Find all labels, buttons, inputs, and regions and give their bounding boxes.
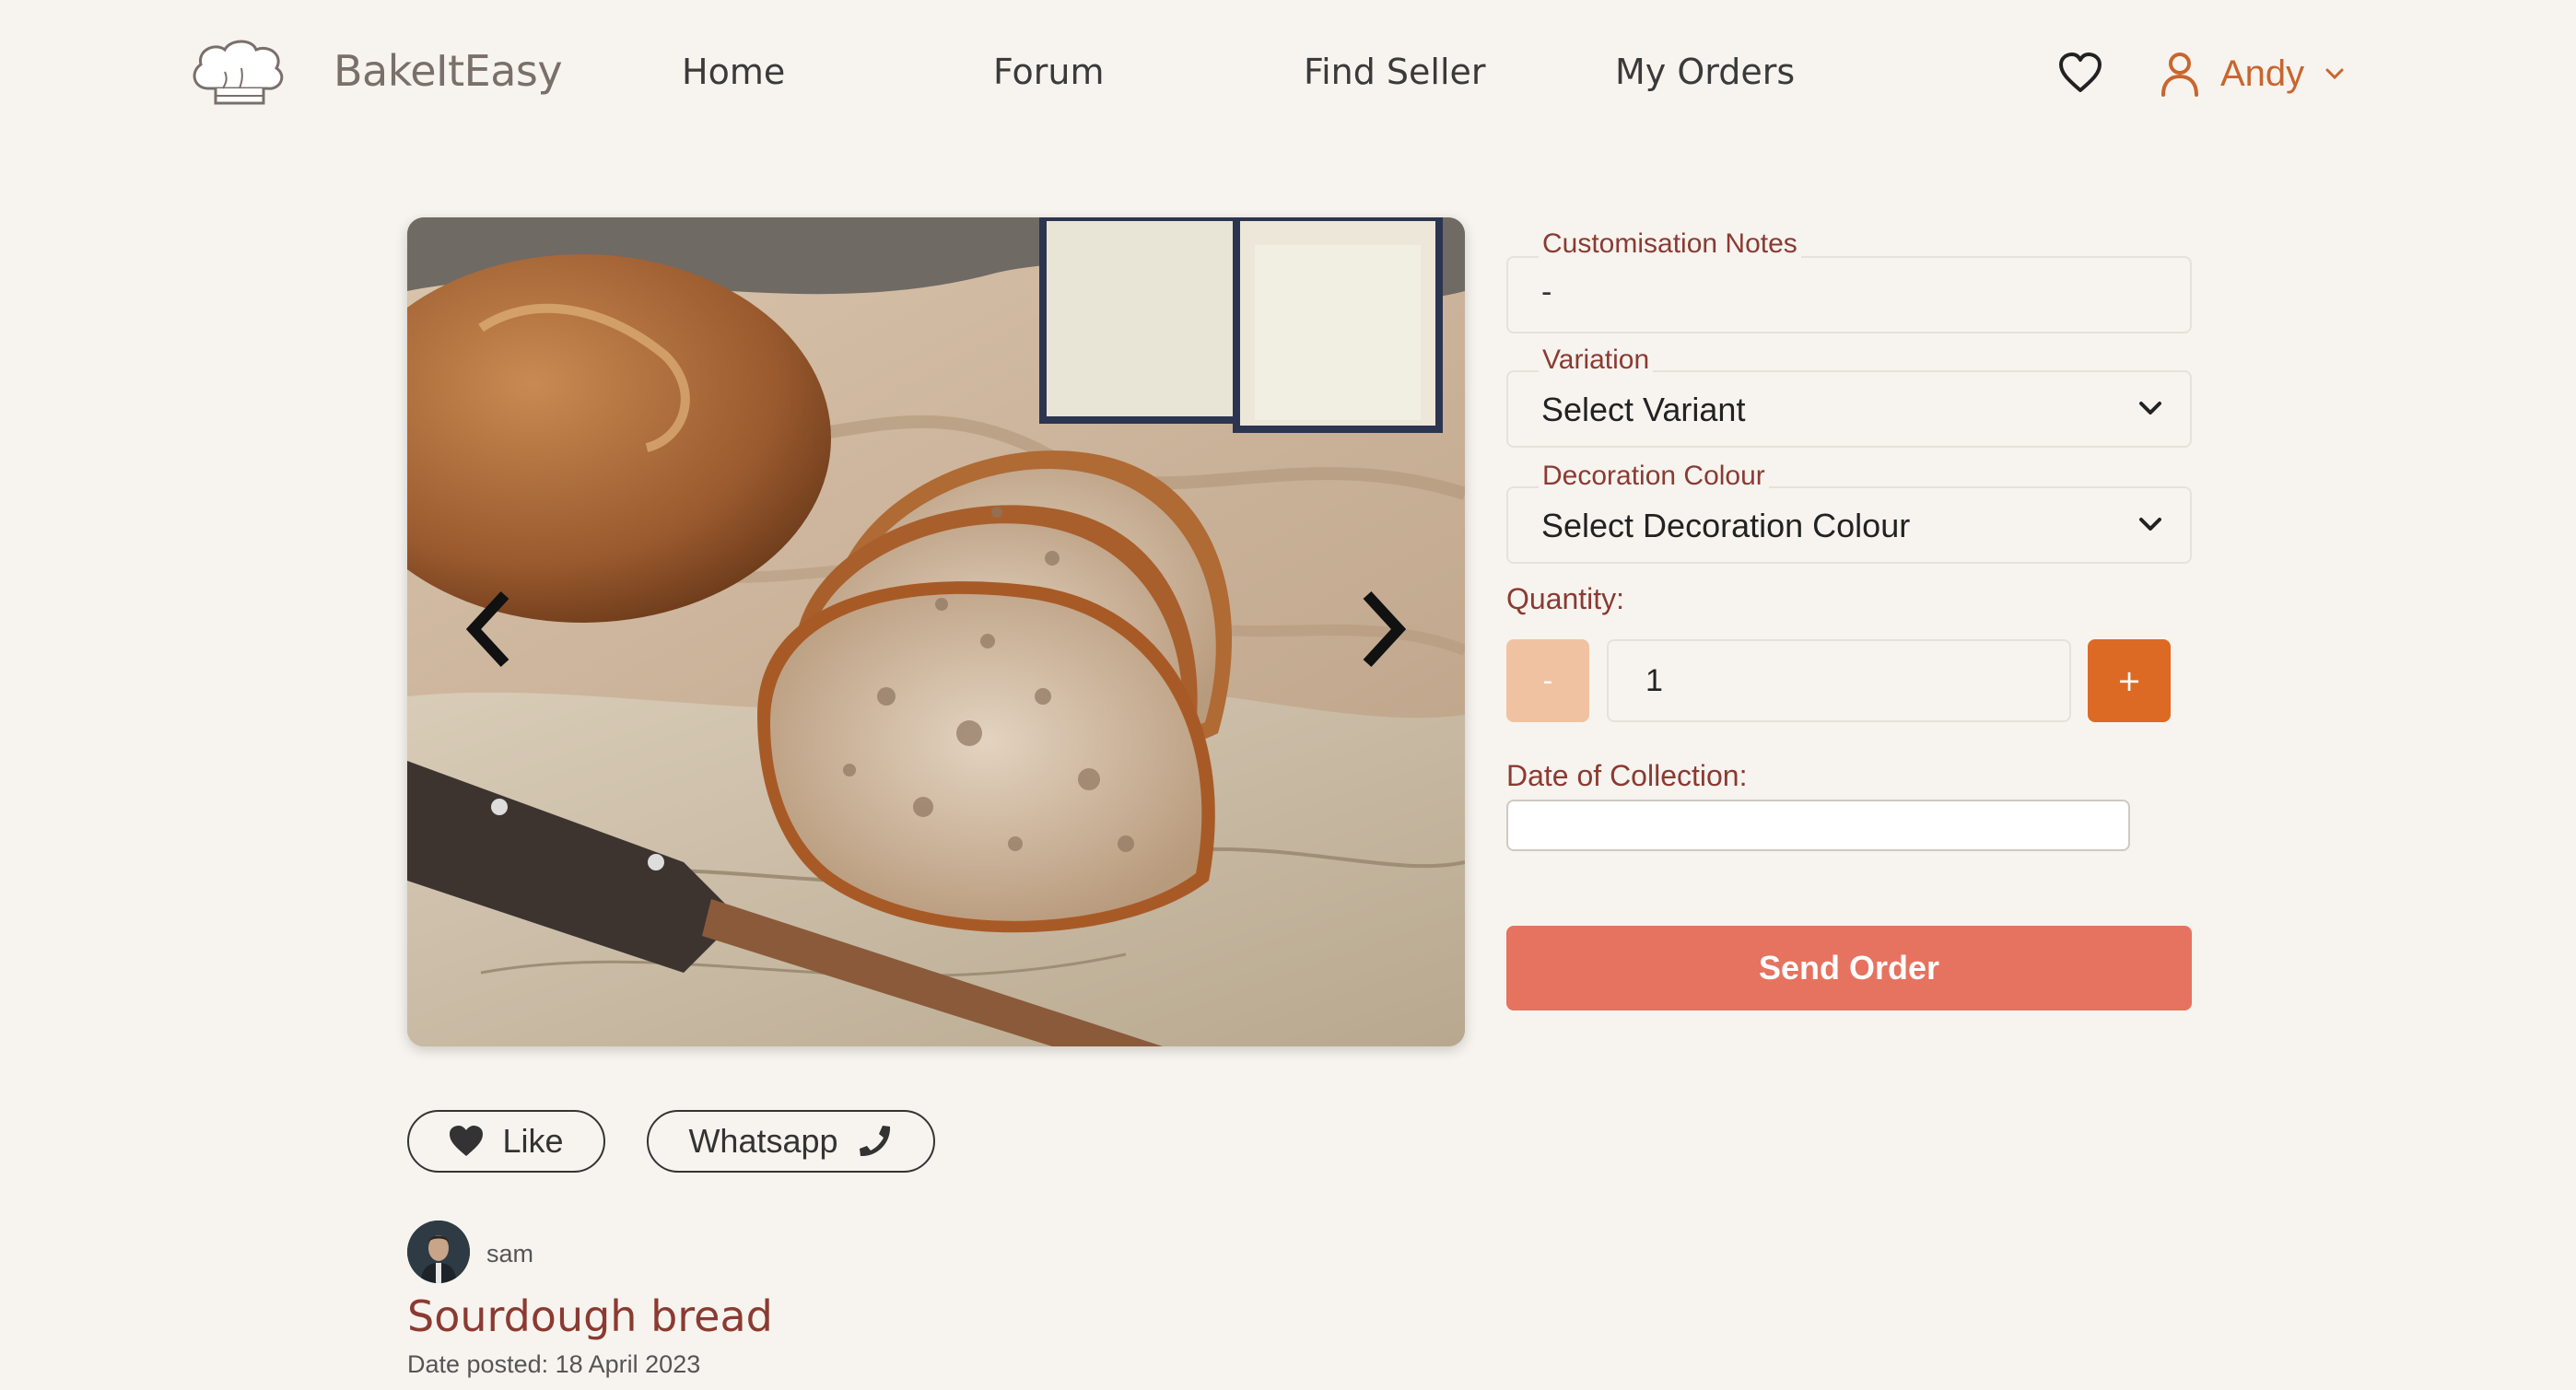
product-image-carousel (407, 217, 1465, 1046)
decoration-colour-label: Decoration Colour (1539, 461, 1769, 492)
favorites-heart-icon[interactable] (2058, 52, 2102, 94)
carousel-next-arrow-icon[interactable] (1354, 588, 1410, 671)
post-title: Sourdough bread (407, 1291, 773, 1341)
like-label: Like (502, 1122, 564, 1160)
whatsapp-label: Whatsapp (688, 1122, 838, 1160)
chevron-down-icon[interactable] (2138, 401, 2162, 417)
poster-name[interactable]: sam (486, 1240, 533, 1268)
avatar-image (407, 1221, 470, 1283)
user-name: Andy (2220, 53, 2305, 94)
customisation-notes-label: Customisation Notes (1539, 228, 1801, 260)
sourdough-bread-photo (407, 217, 1465, 1046)
phone-icon (859, 1126, 890, 1157)
variation-label: Variation (1539, 345, 1654, 376)
date-of-collection-label: Date of Collection: (1506, 759, 1748, 792)
chevron-down-icon (2325, 68, 2344, 80)
customisation-notes-field[interactable] (1506, 256, 2192, 333)
send-order-button[interactable]: Send Order (1506, 926, 2192, 1010)
carousel-prev-arrow-icon[interactable] (463, 588, 518, 671)
quantity-label: Quantity: (1506, 582, 1625, 615)
user-menu[interactable]: Andy (2160, 48, 2345, 99)
nav-home-link[interactable]: Home (682, 52, 785, 92)
quantity-input[interactable]: 1 (1607, 639, 2071, 722)
like-button[interactable]: Like (407, 1110, 605, 1173)
quantity-increment-button[interactable]: + (2088, 639, 2171, 722)
variation-selected-value[interactable]: Select Variant (1541, 391, 1745, 429)
date-of-collection-input[interactable] (1506, 800, 2130, 851)
nav-find-seller-link[interactable]: Find Seller (1304, 52, 1486, 92)
post-date: Date posted: 18 April 2023 (407, 1350, 701, 1378)
whatsapp-button[interactable]: Whatsapp (647, 1110, 935, 1173)
poster-avatar[interactable] (407, 1221, 470, 1283)
heart-filled-icon (450, 1126, 484, 1156)
brand-name[interactable]: BakeItEasy (334, 46, 563, 96)
decoration-colour-selected-value[interactable]: Select Decoration Colour (1541, 507, 1910, 545)
quantity-decrement-button[interactable]: - (1506, 639, 1589, 722)
nav-forum-link[interactable]: Forum (993, 52, 1104, 92)
customisation-notes-value[interactable]: - (1541, 274, 1551, 310)
nav-my-orders-link[interactable]: My Orders (1615, 52, 1795, 92)
user-icon (2161, 53, 2198, 97)
chef-hat-logo-icon[interactable] (188, 35, 289, 112)
chevron-down-icon[interactable] (2138, 517, 2162, 533)
